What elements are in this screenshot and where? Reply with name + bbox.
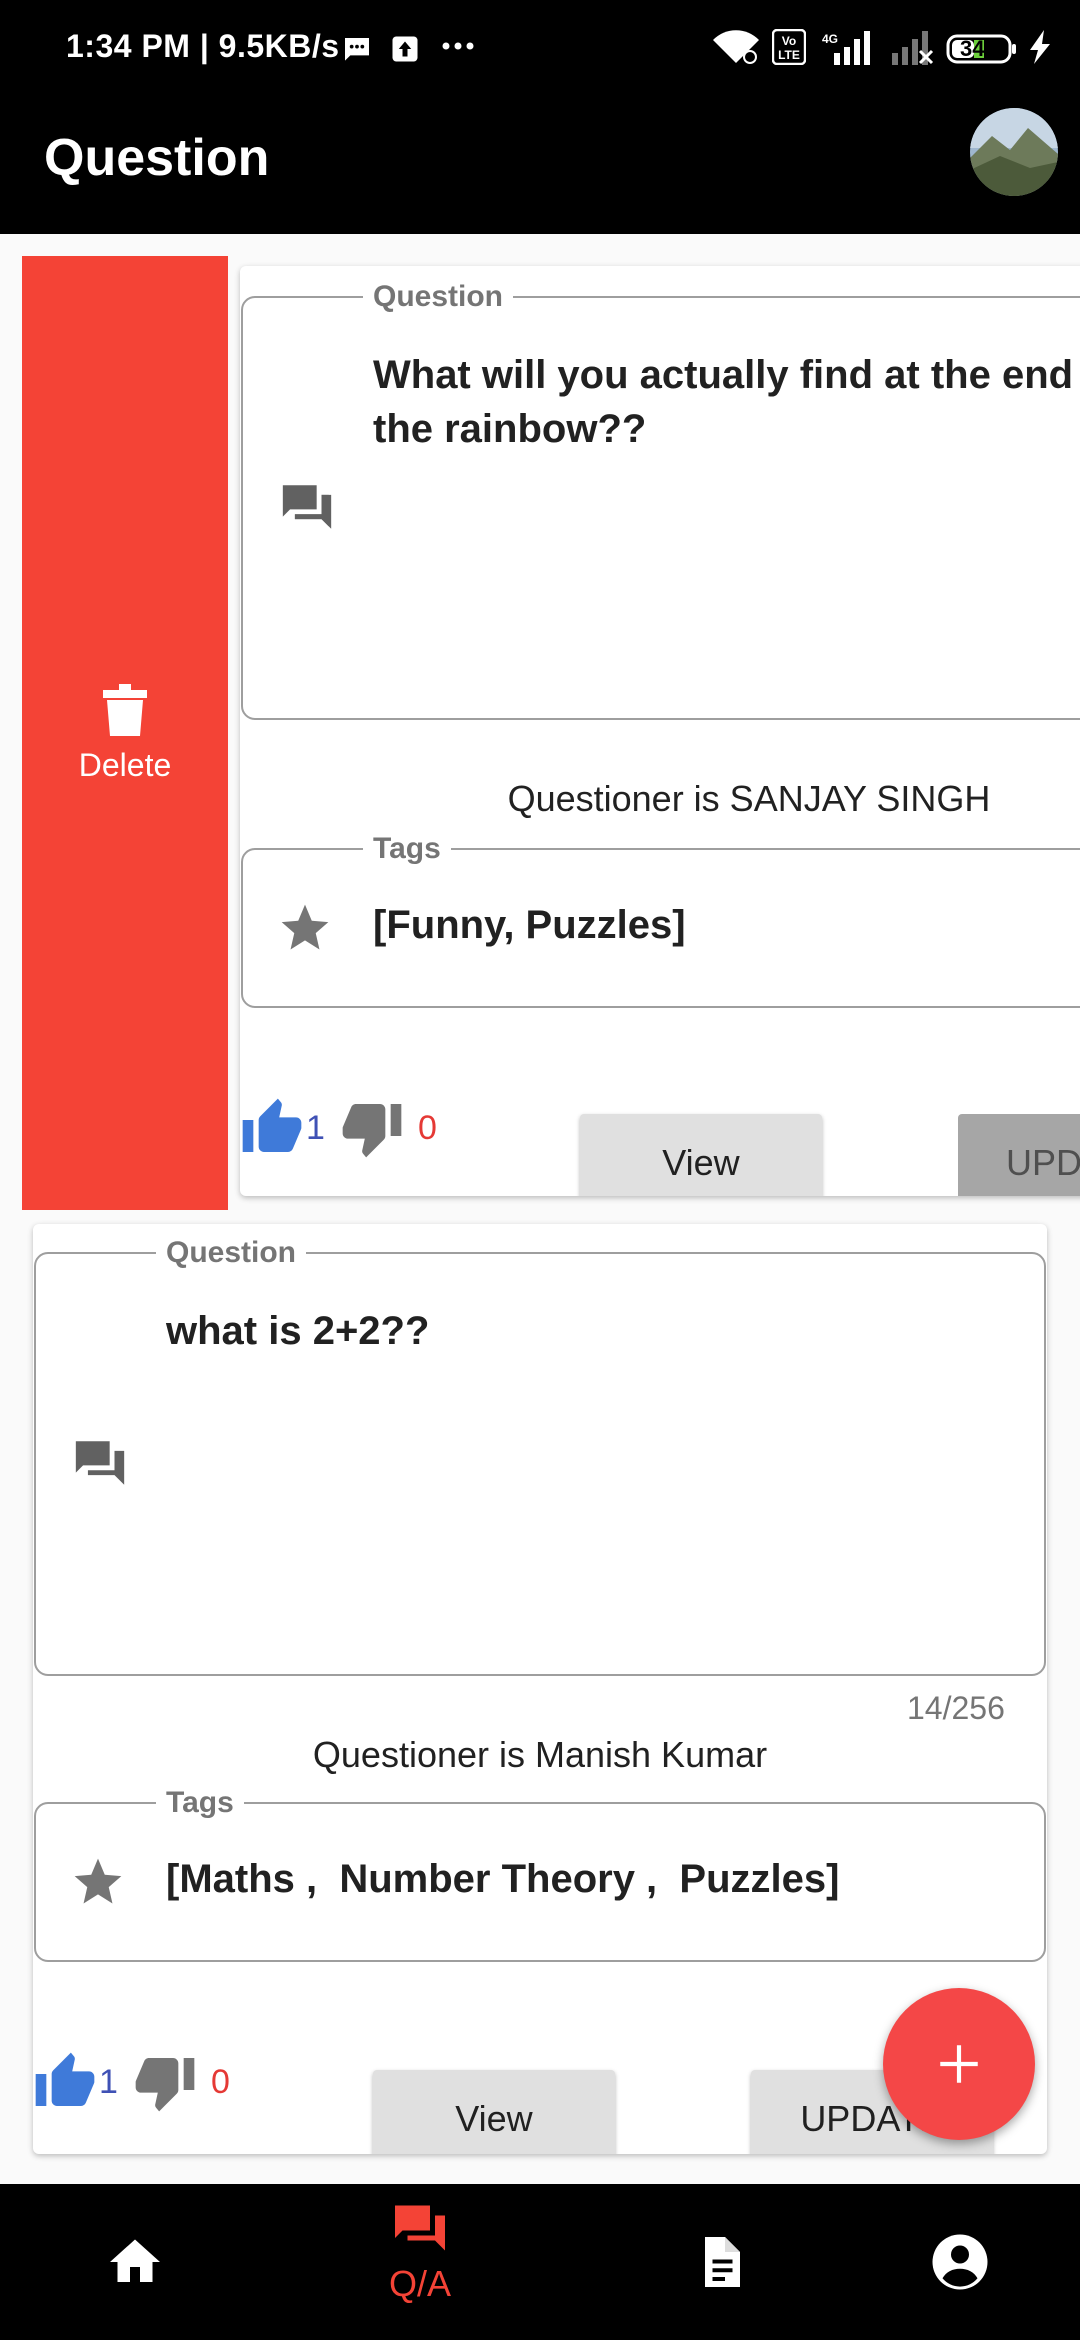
signal-4g-icon: 4G [818,29,878,70]
question-card[interactable]: Question what is 2+2?? 14/256 Questioner… [33,1224,1047,2154]
question-field: Question what is 2+2?? [34,1236,1046,1676]
avatar[interactable] [970,108,1058,196]
star-icon [277,900,333,961]
question-text: what is 2+2?? [166,1309,430,1353]
delete-action[interactable]: Delete [22,256,228,1210]
plus-icon [940,2045,978,2083]
trash-icon [103,684,147,740]
dislike-count: 0 [418,1108,437,1147]
update-button[interactable]: UPDATE [958,1114,1080,1196]
forum-icon [70,1434,130,1497]
page-title: Question [44,129,270,187]
like-button[interactable]: 1 [33,2050,118,2114]
view-button[interactable]: View [373,2070,615,2154]
tags-field: Tags [Maths , Number Theory , Puzzles] [34,1786,1046,1962]
tags-legend: Tags [363,832,451,866]
delete-label: Delete [78,747,172,783]
status-bar: 1:34 PM | 9.5KB/s Vo LTE 4G 34 [0,0,1080,98]
bottom-navigation: Q/A [0,2184,1080,2340]
star-icon [70,1854,126,1915]
view-button[interactable]: View [580,1114,822,1196]
like-button[interactable]: 1 [240,1096,325,1160]
thumb-down-icon [342,1104,402,1158]
home-icon [110,2239,160,2282]
document-icon [705,2237,740,2287]
account-icon [932,2234,988,2290]
question-text: the rainbow?? [373,407,647,451]
dislike-button[interactable]: 0 [133,2050,230,2114]
like-count: 1 [306,1108,325,1147]
like-count: 1 [99,2062,118,2101]
dislike-count: 0 [211,2062,230,2101]
more-dots-icon [440,36,476,61]
dislike-button[interactable]: 0 [340,1096,437,1160]
question-legend: Question [363,280,514,314]
question-field: Question What will you actually find at … [241,280,1080,720]
thumb-up-icon [35,2052,95,2106]
svg-text:LTE: LTE [778,48,800,62]
questioner-name: Questioner is Manish Kumar [312,1734,768,1775]
upload-icon [390,34,420,69]
status-time: 1:34 PM | 9.5KB/s [66,28,340,64]
nav-item-home[interactable] [0,2184,270,2340]
nav-item-profile[interactable] [825,2184,1080,2340]
nav-item-documents[interactable] [585,2184,855,2340]
charging-icon [1030,29,1052,69]
character-counter: 14/256 [907,1690,1005,1726]
svg-text:Vo: Vo [782,34,796,48]
tags-field: Tags [Funny, Puzzles] [241,832,1080,1008]
wifi-icon [712,29,760,70]
signal-no-service-icon [890,29,934,70]
nav-label-qa: Q/A [388,2263,451,2304]
forum-icon [277,478,337,541]
tags-text: [Funny, Puzzles] [373,903,686,947]
battery-level: 34 [960,36,985,61]
tags-text: [Maths , Number Theory , Puzzles] [166,1857,840,1901]
question-list[interactable]: Delete Question What will you actually f… [0,234,1080,2184]
message-icon [340,34,374,71]
battery-icon: 34 [946,34,1018,64]
thumb-up-icon [242,1098,302,1152]
question-legend: Question [156,1236,307,1270]
thumb-down-icon [135,2058,195,2112]
app-bar: Question [0,98,1080,234]
questioner-name: Questioner is SANJAY SINGH [507,778,991,819]
nav-item-qa[interactable]: Q/A [285,2184,555,2340]
svg-text:4G: 4G [822,32,838,46]
question-text: What will you actually find at the end o… [373,353,1080,397]
question-card[interactable]: Question What will you actually find at … [240,266,1080,1196]
volte-icon: Vo LTE [771,28,807,70]
tags-legend: Tags [156,1786,244,1820]
forum-icon [395,2205,445,2251]
add-question-button[interactable] [883,1988,1035,2140]
